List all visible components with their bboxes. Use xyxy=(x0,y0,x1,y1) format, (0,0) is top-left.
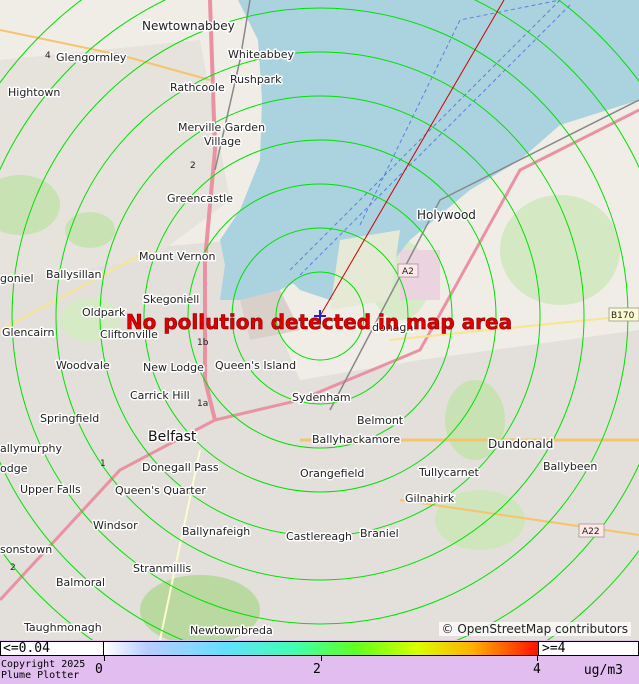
place-label: Castlereagh xyxy=(286,530,352,543)
place-label: Oldpark xyxy=(82,306,126,319)
place-label: Stranmillis xyxy=(133,562,191,575)
junction-label: 4 xyxy=(45,51,51,61)
place-label-city: Belfast xyxy=(148,429,197,445)
place-label: allymurphy xyxy=(0,442,63,455)
junction-label: 1b xyxy=(197,338,209,348)
legend-tick-4: 4 xyxy=(533,662,541,677)
copyright-line: Plume Plotter xyxy=(1,670,80,681)
place-label: Belmont xyxy=(357,414,404,427)
place-label: Woodvale xyxy=(56,359,110,372)
copyright-text: Copyright 2025 Plume Plotter xyxy=(1,659,85,681)
legend-tick-2: 2 xyxy=(313,662,321,677)
road-shield-a2: A2 xyxy=(397,263,419,278)
place-label: Taughmonagh xyxy=(23,621,102,634)
place-label: Newtownabbey xyxy=(142,19,235,33)
junction-label: 1 xyxy=(100,459,106,469)
no-pollution-banner: No pollution detected in map area xyxy=(126,310,512,334)
place-label: Braniel xyxy=(360,527,399,540)
place-label: Ballybeen xyxy=(543,460,597,473)
place-label: Gilnahirk xyxy=(405,492,455,505)
park xyxy=(500,195,620,305)
junction-label: 2 xyxy=(10,563,16,573)
legend-color-ramp xyxy=(104,641,538,656)
road-shield-b170: B170 xyxy=(608,307,639,322)
place-label: Newtownbreda xyxy=(190,624,273,637)
place-label: New Lodge xyxy=(143,361,204,374)
place-label: sonstown xyxy=(0,543,52,556)
place-label: Donegall Pass xyxy=(142,461,219,474)
place-label: Rathcoole xyxy=(170,81,225,94)
place-label: Greencastle xyxy=(167,192,233,205)
place-label: Ballyhackamore xyxy=(312,433,400,446)
place-label: Tullycarnet xyxy=(418,466,479,479)
place-label: Balmoral xyxy=(56,576,105,589)
legend-tick-mark xyxy=(104,656,105,661)
place-label: Carrick Hill xyxy=(130,389,190,402)
plume-map-view: Newtownabbey Whiteabbey Glengormley Rush… xyxy=(0,0,639,684)
place-label: Hightown xyxy=(8,86,60,99)
road-shield-a22: A22 xyxy=(578,523,605,538)
place-label: Whiteabbey xyxy=(228,48,294,61)
place-label: Queen's Island xyxy=(215,359,296,372)
place-label: odge xyxy=(0,462,28,475)
legend-tick-mark xyxy=(321,656,322,661)
place-label: Mount Vernon xyxy=(139,250,215,263)
svg-text:A2: A2 xyxy=(402,267,414,277)
legend-low-label: <=0.04 xyxy=(0,641,104,656)
place-label: Glencairn xyxy=(2,326,54,339)
place-label: Ballynafeigh xyxy=(182,525,250,538)
copyright-line: Copyright 2025 xyxy=(1,659,86,670)
place-label: Rushpark xyxy=(230,73,282,86)
place-label: Sydenham xyxy=(292,391,351,404)
place-label: Queen's Quarter xyxy=(115,484,206,497)
place-label: Merville Garden xyxy=(178,121,265,134)
place-label: goniel xyxy=(0,272,34,285)
place-label: Skegoniell xyxy=(143,293,199,306)
svg-text:A22: A22 xyxy=(582,527,600,537)
legend-tick-mark xyxy=(537,656,538,661)
place-label: Windsor xyxy=(93,519,138,532)
place-label: Glengormley xyxy=(56,51,127,64)
junction-label: 2 xyxy=(190,161,196,171)
place-label: Orangefield xyxy=(300,467,364,480)
place-label: Upper Falls xyxy=(20,483,81,496)
place-label: Ballysillan xyxy=(46,268,102,281)
svg-text:B170: B170 xyxy=(611,311,635,321)
place-label: Dundonald xyxy=(488,437,553,451)
legend-tick-0: 0 xyxy=(95,662,103,677)
place-label: Springfield xyxy=(40,412,99,425)
place-label: Village xyxy=(204,135,241,148)
junction-label: 1a xyxy=(197,399,208,409)
map-canvas[interactable]: Newtownabbey Whiteabbey Glengormley Rush… xyxy=(0,0,639,640)
park xyxy=(65,212,115,248)
osm-attribution[interactable]: © OpenStreetMap contributors xyxy=(438,622,631,636)
legend-units: ug/m3 xyxy=(583,663,623,678)
place-label: Holywood xyxy=(417,208,476,222)
legend-high-label: >=4 xyxy=(538,641,639,656)
